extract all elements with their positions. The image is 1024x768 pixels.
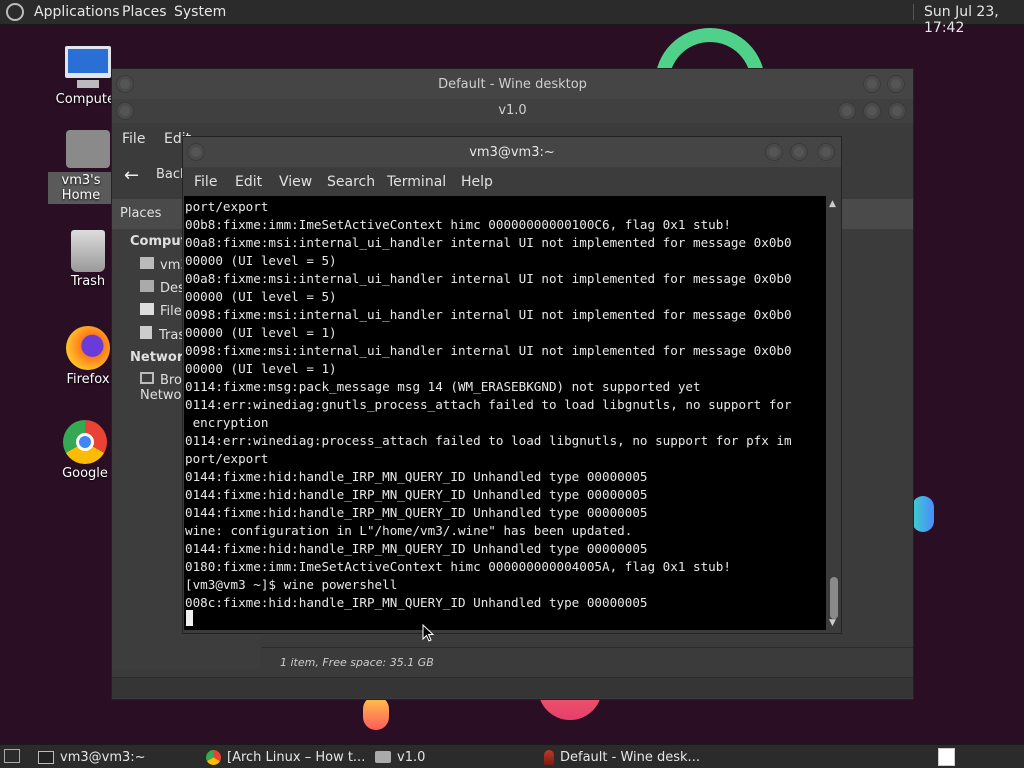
folder-icon [140,280,154,292]
wine-icon [544,749,554,765]
drive-icon [140,303,154,315]
menu-terminal[interactable]: Terminal [387,174,446,190]
trash-icon [140,326,152,339]
home-folder-icon [66,130,110,168]
terminal-cursor [186,610,193,626]
menu-help[interactable]: Help [461,174,493,190]
maximize-button[interactable] [863,102,881,120]
clock[interactable]: Sun Jul 23, 17:42 [924,4,1024,36]
taskbar-item-terminal[interactable]: vm3@vm3:~ [38,748,146,766]
computer-icon [65,46,111,90]
minimize-button[interactable] [838,102,856,120]
scroll-down-arrow-icon[interactable]: ▼ [829,618,836,628]
panel-separator [913,4,914,20]
menu-system[interactable]: System [174,4,226,20]
window-bottom-strip [112,677,913,698]
wine-titlebar[interactable]: Default - Wine desktop [112,69,913,99]
minimize-button[interactable] [116,75,134,93]
menu-places[interactable]: Places [122,4,167,20]
status-text: 1 item, Free space: 35.1 GB [280,656,434,669]
window-title: v1.0 [498,103,527,118]
wallpaper-teal-blob [912,496,934,532]
close-button[interactable] [888,102,906,120]
taskbar-item-label: [Arch Linux – How t... [227,749,366,765]
scroll-up-arrow-icon[interactable]: ▲ [829,199,836,209]
wallpaper-orange-blob [363,696,389,730]
taskbar-item-chrome[interactable]: [Arch Linux – How t... [206,748,365,766]
taskbar-item-label: vm3@vm3:~ [60,749,146,765]
firefox-icon [66,326,110,370]
mouse-pointer-icon [422,623,435,646]
distro-logo-icon[interactable] [6,3,24,21]
terminal-text: port/export 00b8:fixme:imm:ImeSetActiveC… [185,199,792,610]
menu-edit[interactable]: Edit [235,174,262,190]
close-button[interactable] [817,143,835,161]
terminal-menubar: File Edit View Search Terminal Help [183,167,841,197]
home-icon [140,257,154,269]
chrome-icon [63,420,107,464]
top-panel: Applications Places System Sun Jul 23, 1… [0,0,1024,36]
minimize-button[interactable] [863,75,881,93]
chrome-icon [206,749,221,765]
menu-file[interactable]: File [122,131,145,147]
v1-titlebar[interactable]: v1.0 [112,99,913,123]
window-title: vm3@vm3:~ [469,145,555,160]
window-menu-button[interactable] [116,102,134,120]
terminal-output[interactable]: port/export 00b8:fixme:imm:ImeSetActiveC… [184,196,826,630]
places-label[interactable]: Places [120,206,161,221]
network-icon [140,372,154,384]
terminal-scrollbar[interactable]: ▲ ▼ [827,197,841,631]
folder-icon [375,751,391,763]
menu-view[interactable]: View [279,174,312,190]
menu-search[interactable]: Search [327,174,375,190]
taskbar-item-files[interactable]: v1.0 [375,748,425,766]
menu-file[interactable]: File [194,174,217,190]
taskbar-item-wine[interactable]: Default - Wine desk... [544,748,700,766]
taskbar-item-label: v1.0 [397,749,426,765]
trash-icon [71,230,105,272]
terminal-titlebar[interactable]: vm3@vm3:~ [183,137,841,167]
maximize-button[interactable] [887,75,905,93]
status-bar: 1 item, Free space: 35.1 GB [262,647,913,676]
taskbar: vm3@vm3:~ [Arch Linux – How t... v1.0 De… [0,744,1024,768]
minimize-button[interactable] [765,143,783,161]
scrollbar-thumb[interactable] [830,577,838,619]
menu-applications[interactable]: Applications [34,4,120,20]
terminal-icon [38,750,54,764]
maximize-button[interactable] [790,143,808,161]
window-title: Default - Wine desktop [438,77,587,92]
show-desktop-icon[interactable] [4,749,20,763]
back-arrow-icon[interactable]: ← [124,165,139,186]
taskbar-item-label: Default - Wine desk... [560,749,700,765]
desktop-icon-label: vm3's Home [48,172,114,204]
workspace-switcher[interactable] [938,748,955,766]
